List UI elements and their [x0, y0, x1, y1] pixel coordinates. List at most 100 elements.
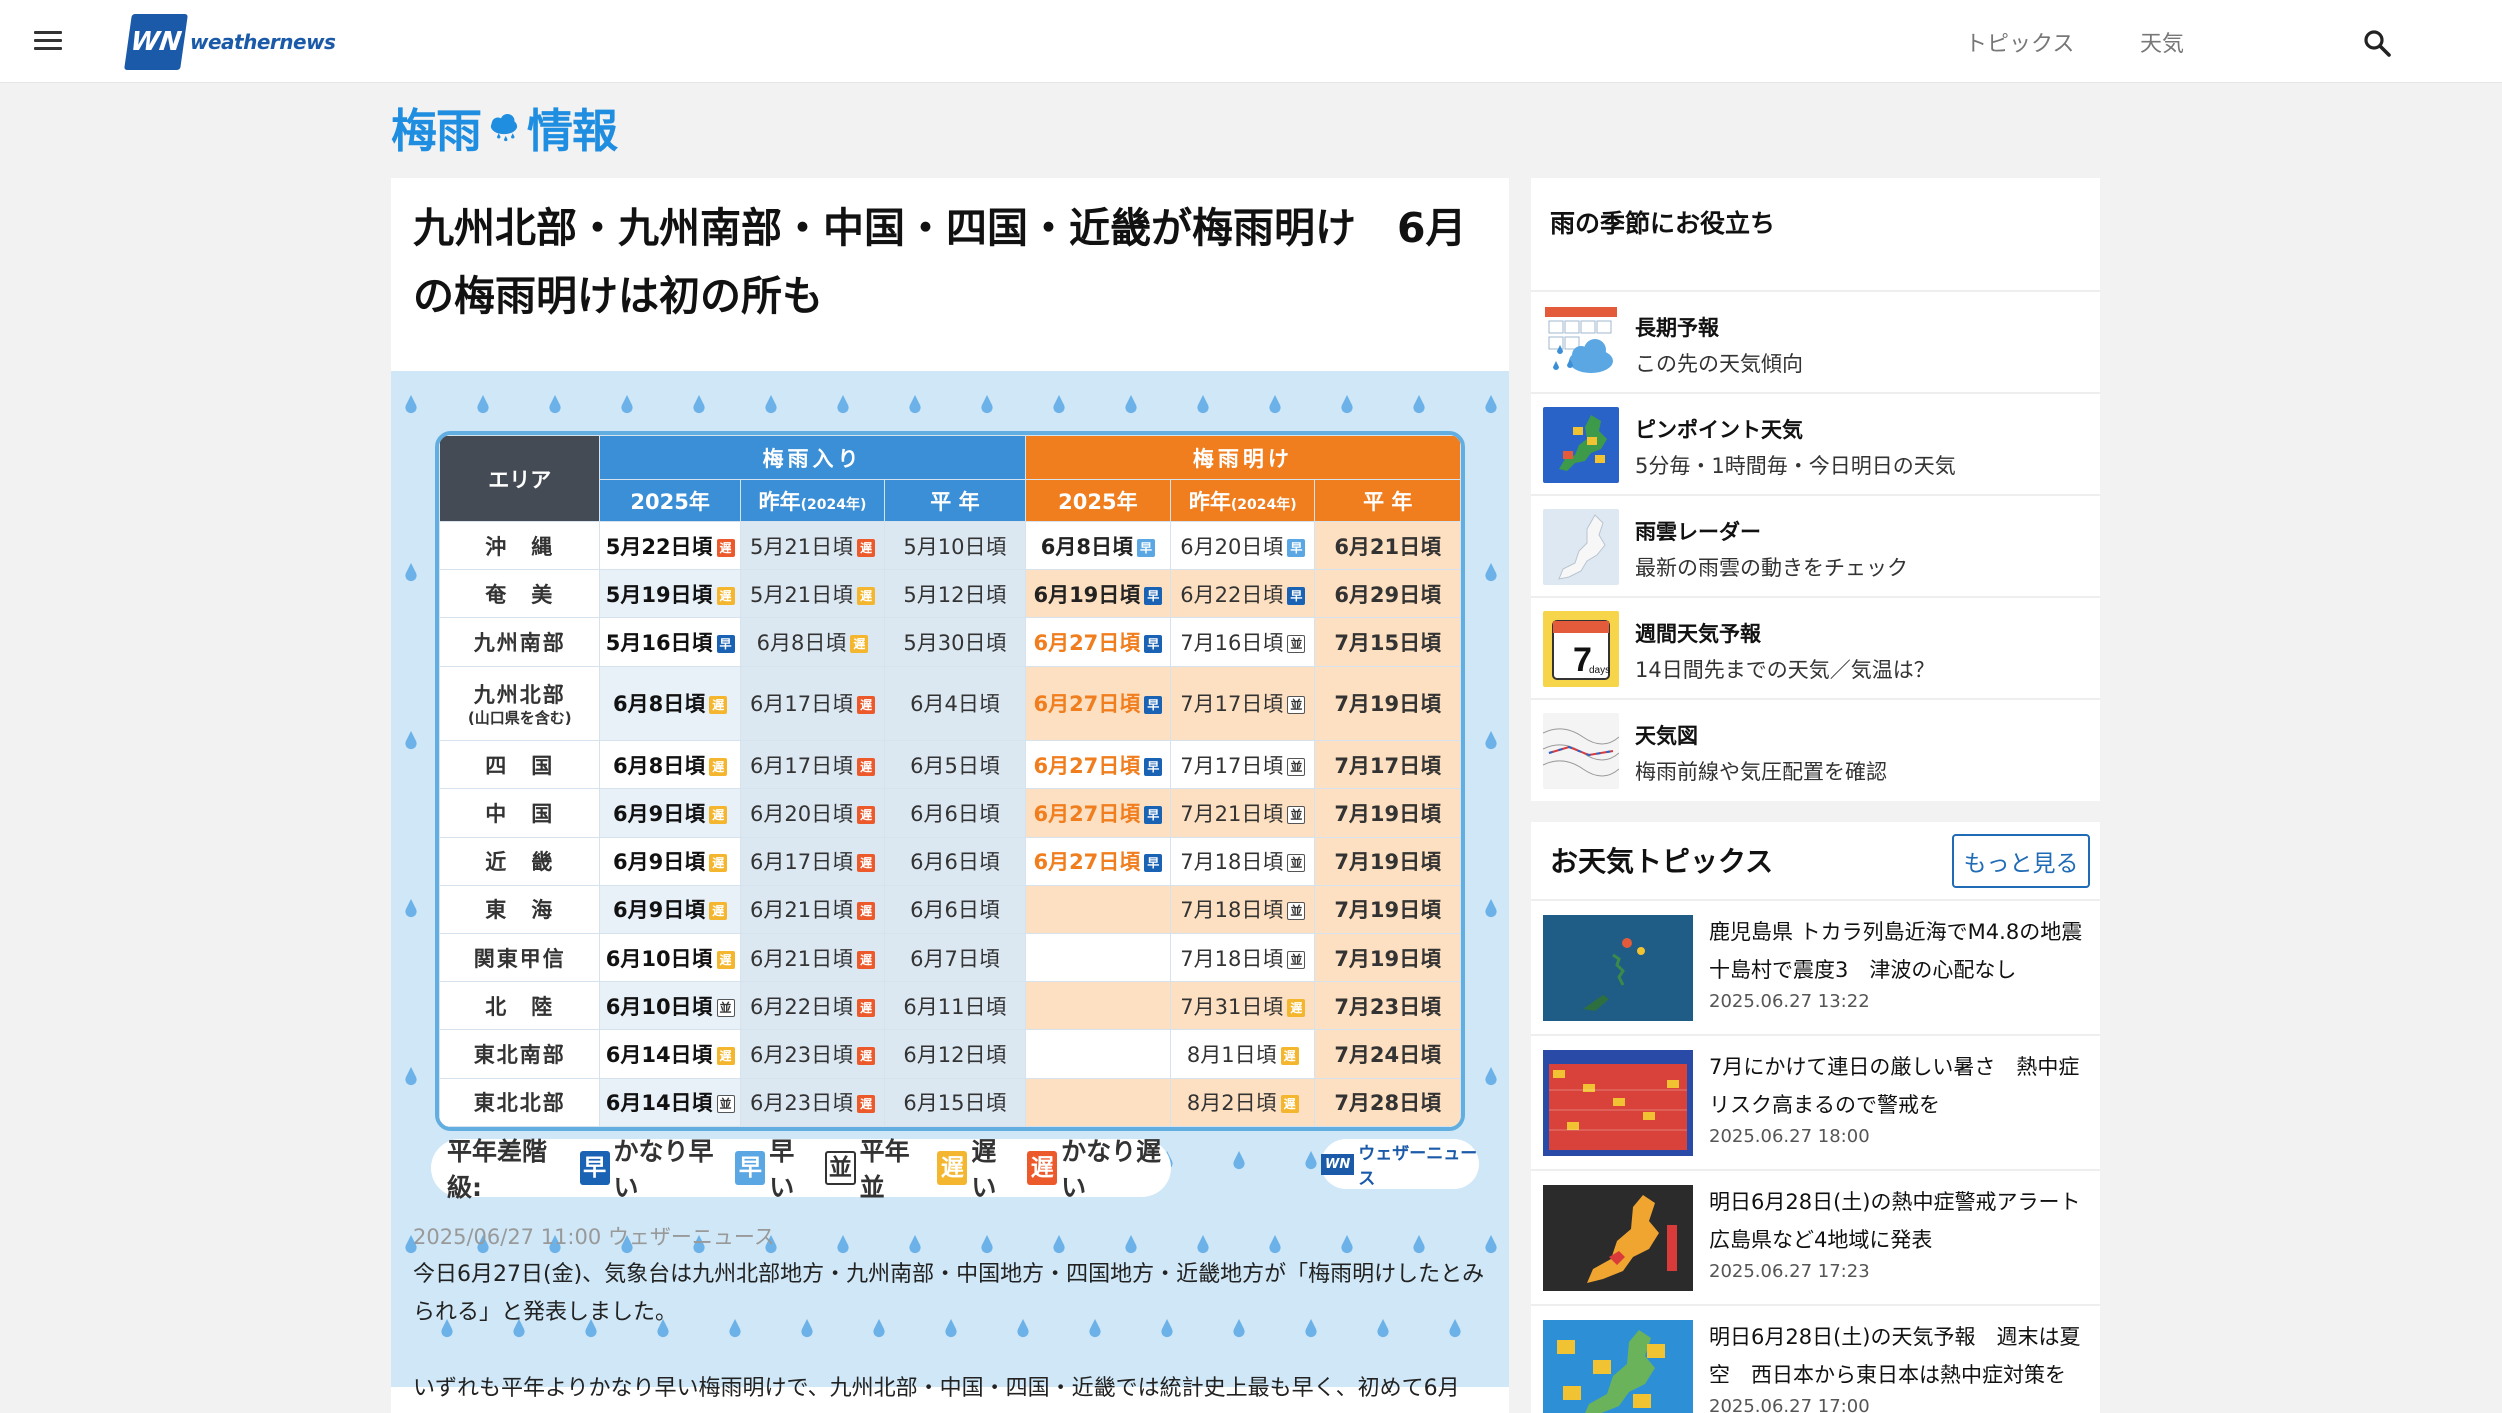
exit-2025-cell-value: 6月27日頃	[1033, 801, 1141, 826]
difference-badge: 遅	[1280, 1047, 1299, 1066]
legend-text: 早い	[769, 1137, 795, 1202]
difference-badge: 遅	[857, 757, 876, 776]
exit-2024-cell: 7月31日頃遅	[1170, 981, 1316, 1031]
table-row: 九州南部 5月16日頃早 6月8日頃遅 5月30日頃 6月27日頃早 7月16日頃並 7月1…	[439, 617, 1461, 667]
raindrop	[1053, 1235, 1065, 1254]
exit-2024-cell: 7月18日頃並	[1170, 932, 1316, 983]
exit-normal-cell: 7月19日頃	[1314, 788, 1461, 838]
more-button[interactable]: もっと見る	[1952, 834, 2090, 888]
entry-2024-cell-value: 6月22日頃	[750, 994, 854, 1019]
topic-item[interactable]: 鹿児島県 トカラ列島近海でM4.8の地震 十島村で震度3 津波の心配なし 202…	[1531, 899, 2104, 1034]
exit-normal-cell: 7月28日頃	[1314, 1077, 1461, 1127]
area-cell: 東 海	[439, 884, 601, 935]
pinpoint-map-icon	[1543, 407, 1619, 483]
difference-badge: 早	[1144, 696, 1163, 715]
raindrop	[981, 395, 993, 414]
entry-2024-cell-value: 6月8日頃	[756, 631, 847, 656]
entry-normal-cell-value: 5月30日頃	[903, 631, 1007, 656]
entry-normal-cell: 6月11日頃	[884, 981, 1026, 1031]
topic-title: 鹿児島県 トカラ列島近海でM4.8の地震 十島村で震度3 津波の心配なし	[1709, 920, 2104, 982]
article-paragraph-1: 今日6月27日(金)、気象台は九州北部地方・九州南部・中国地方・四国地方・近畿地…	[413, 1262, 1485, 1325]
raindrop	[1053, 395, 1065, 414]
area-cell: 北 陸	[439, 981, 601, 1031]
difference-badge: 並	[1287, 805, 1306, 824]
exit-2025-cell-value: 6月27日頃	[1033, 692, 1141, 717]
difference-badge: 遅	[709, 805, 728, 824]
entry-2024-cell: 6月21日頃遅	[739, 884, 886, 935]
topic-title: 明日6月28日(土)の熱中症警戒アラート 広島県など4地域に発表	[1709, 1190, 2102, 1252]
difference-badge: 遅	[857, 950, 876, 969]
table-row: 東北南部 6月14日頃遅 6月23日頃遅 6月12日頃 8月1日頃遅 7月24日頃	[439, 1029, 1461, 1079]
raindrop	[1413, 395, 1425, 414]
sidebar-item-pinpoint[interactable]: ピンポイント天気 5分毎・1時間毎・今日明日の天気	[1531, 394, 2100, 496]
entry-2024-cell-value: 6月23日頃	[750, 1043, 854, 1068]
entry-normal-cell-value: 6月6日頃	[910, 898, 1000, 923]
difference-badge: 早	[1287, 586, 1306, 605]
logo-text: weathernews	[190, 30, 336, 54]
exit-2024-cell-value: 7月18日頃	[1180, 850, 1284, 875]
exit-2024-cell: 7月17日頃並	[1170, 740, 1316, 790]
entry-normal-cell: 6月5日頃	[884, 740, 1026, 790]
menu-icon[interactable]	[34, 31, 62, 51]
exit-2024-cell-value: 8月1日頃	[1186, 1043, 1277, 1068]
exit-2024-cell-value: 7月21日頃	[1180, 801, 1284, 826]
raindrop	[693, 395, 705, 414]
exit-normal-cell-value: 6月21日頃	[1334, 534, 1442, 559]
topic-item[interactable]: 7月にかけて連日の厳しい暑さ 熱中症リスク高まるので警戒を 2025.06.27…	[1531, 1034, 2100, 1169]
weathernews-logo[interactable]: WN weathernews	[124, 14, 336, 70]
exit-2024-cell: 8月1日頃遅	[1170, 1029, 1316, 1079]
exit-2024-cell-value: 6月20日頃	[1180, 534, 1284, 559]
nav-topics[interactable]: トピックス	[1965, 26, 2074, 58]
entry-normal-cell-value: 6月15日頃	[903, 1091, 1007, 1116]
difference-badge: 遅	[857, 1047, 876, 1066]
exit-2025-cell: 6月27日頃早	[1024, 836, 1172, 886]
difference-badge: 遅	[857, 902, 876, 921]
difference-badge: 遅	[1287, 998, 1306, 1017]
exit-2025-cell	[1024, 932, 1172, 983]
entry-2025-cell: 6月14日頃並	[599, 1077, 741, 1127]
area-cell: 東北北部	[439, 1077, 601, 1127]
exit-2025-cell	[1024, 1077, 1172, 1127]
difference-badge: 並	[1287, 854, 1306, 873]
sidebar-item-long-range[interactable]: 長期予報 この先の天気傾向	[1531, 292, 2100, 394]
area-cell: 近 畿	[439, 836, 601, 886]
nav-weather[interactable]: 天気	[2140, 26, 2184, 58]
sidebar-item-weekly[interactable]: 7 days 週間天気予報 14日間先までの天気／気温は？	[1531, 598, 2100, 700]
entry-2025-cell-value: 6月8日頃	[613, 692, 706, 717]
header-exit-prev-label: 昨年	[1188, 489, 1231, 514]
exit-2024-cell-value: 8月2日頃	[1186, 1091, 1277, 1116]
search-icon[interactable]	[2362, 28, 2392, 58]
difference-badge: 遅	[1280, 1095, 1299, 1114]
area-note: (山口県を含む)	[467, 709, 572, 728]
sidebar-title: 雨の季節にお役立ち	[1550, 209, 1776, 238]
entry-2024-cell: 5月21日頃遅	[739, 520, 886, 571]
topic-item[interactable]: 明日6月28日(土)の天気予報 週末は夏空 西日本から東日本は熱中症対策を 20…	[1531, 1304, 2100, 1413]
topic-item[interactable]: 明日6月28日(土)の熱中症警戒アラート 広島県など4地域に発表 2025.06…	[1531, 1169, 2102, 1304]
exit-2024-cell-value: 7月17日頃	[1180, 753, 1284, 778]
exit-2024-cell: 7月18日頃並	[1170, 884, 1316, 935]
exit-2024-cell: 7月16日頃並	[1170, 617, 1316, 667]
difference-badge: 並	[1287, 696, 1306, 715]
category-title[interactable]: 梅雨 情報	[391, 98, 618, 158]
exit-normal-cell: 7月19日頃	[1314, 884, 1461, 935]
exit-2024-cell: 6月22日頃早	[1170, 569, 1316, 619]
exit-2025-cell: 6月27日頃早	[1024, 788, 1172, 838]
raindrop	[837, 1235, 849, 1254]
difference-badge: 早	[1144, 805, 1163, 824]
exit-2025-cell: 6月27日頃早	[1024, 740, 1172, 790]
exit-normal-cell: 7月23日頃	[1314, 981, 1461, 1031]
legend-items: 早かなり早い早早い並平年並遅遅い遅かなり遅い	[568, 1132, 1171, 1204]
calendar-rain-icon	[1543, 305, 1619, 381]
entry-2024-cell-value: 6月20日頃	[750, 801, 854, 826]
sidebar-item-radar[interactable]: 雨雲レーダー 最新の雨雲の動きをチェック	[1531, 496, 2100, 598]
sidebar-item-weather-chart[interactable]: 天気図 梅雨前線や気圧配置を確認	[1531, 700, 2100, 802]
entry-2024-cell: 5月21日頃遅	[739, 569, 886, 619]
weather-topics: お天気トピックス もっと見る 鹿児島県 トカラ列島近海でM4.8の地震 十島村で…	[1531, 822, 2104, 1413]
exit-normal-cell: 7月17日頃	[1314, 740, 1461, 790]
sidebar-item-title: 雨雲レーダー	[1635, 520, 1761, 544]
entry-normal-cell-value: 6月12日頃	[903, 1043, 1007, 1068]
header-entry-2025: 2025年	[599, 479, 741, 522]
area-name: 北 陸	[485, 994, 555, 1019]
entry-2025-cell: 6月8日頃遅	[599, 665, 741, 742]
article: 九州北部・九州南部・中国・四国・近畿が梅雨明け 6月の梅雨明けは初の所も エリア…	[391, 178, 1509, 1413]
